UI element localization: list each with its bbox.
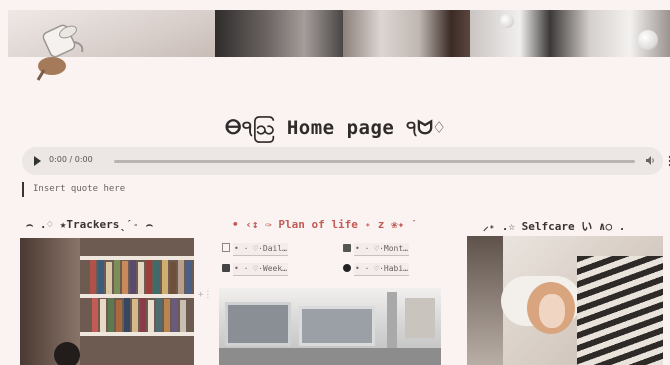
weekly-link[interactable]: • · ♡·Week… bbox=[222, 263, 288, 276]
weekly-link-label: • · ♡·Week… bbox=[233, 263, 288, 276]
daily-link[interactable]: • · ♡·Dail… bbox=[222, 243, 288, 256]
plan-of-life-heading: • ‹↕ ✑ Plan of life ˖ z ❀✦ ˊ bbox=[232, 218, 418, 231]
audio-player[interactable]: 0:00 / 0:00 bbox=[22, 147, 670, 175]
dark-icon bbox=[343, 264, 351, 272]
selfcare-photo bbox=[467, 236, 663, 365]
train-photo bbox=[219, 288, 441, 365]
volume-icon[interactable] bbox=[646, 155, 655, 166]
daily-link-label: • · ♡·Dail… bbox=[233, 243, 288, 256]
lock-icon bbox=[222, 264, 230, 272]
folder-icon bbox=[343, 244, 351, 252]
habit-link-label: • · ♡·Habi… bbox=[354, 263, 409, 276]
drag-handle-icon[interactable]: +⋮ bbox=[198, 290, 212, 300]
cover-banner bbox=[8, 10, 670, 57]
play-icon[interactable] bbox=[34, 156, 41, 166]
page-title[interactable]: ⴱ੧ဩ Home page ੧ᗢ♢ bbox=[225, 117, 446, 139]
bookshelf-photo bbox=[20, 238, 194, 365]
audio-time: 0:00 / 0:00 bbox=[49, 155, 93, 164]
cover-panel-hair bbox=[343, 10, 470, 57]
quote-block[interactable]: Insert quote here bbox=[22, 182, 125, 197]
cover-panel-pearls bbox=[470, 10, 670, 57]
habit-link[interactable]: • · ♡·Habi… bbox=[343, 263, 409, 276]
selfcare-heading: ⸝˖ .☆ Selfcare い ∧○ . bbox=[483, 220, 626, 233]
page-icon bbox=[222, 243, 230, 252]
coffee-mug-icon[interactable] bbox=[30, 18, 100, 83]
cover-panel-portrait bbox=[215, 10, 343, 57]
monthly-link-label: • · ♡·Mont… bbox=[354, 243, 409, 256]
audio-progress-bar[interactable] bbox=[114, 160, 635, 163]
page-title-row: ⴱ੧ဩ Home page ੧ᗢ♢ bbox=[0, 116, 670, 144]
trackers-heading: ⌢ .♢ ★Trackersˎˊ˗ ⌢ bbox=[26, 218, 154, 231]
monthly-link[interactable]: • · ♡·Mont… bbox=[343, 243, 409, 256]
